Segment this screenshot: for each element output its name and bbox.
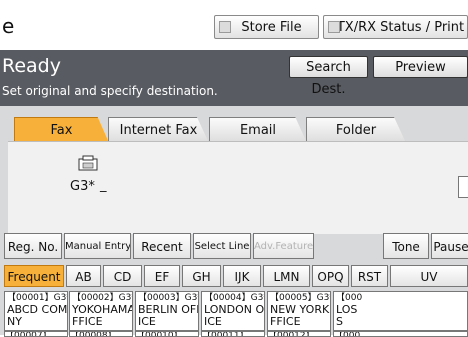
index-tab-cd[interactable]: CD xyxy=(103,265,142,287)
destination-button[interactable]: 【00004】G3* LONDON OFF ICE xyxy=(201,291,265,331)
destination-button[interactable]: 【00003】G3* BERLIN OFF ICE xyxy=(135,291,199,331)
destination-button[interactable]: 【00012】### xyxy=(267,331,331,337)
store-file-icon xyxy=(219,21,231,33)
adv-features-button[interactable]: Adv.Features xyxy=(253,233,314,259)
select-line-button[interactable]: Select Line xyxy=(193,233,251,259)
top-bar: e Store File TX/RX Status / Print xyxy=(0,0,468,43)
destination-button[interactable]: 【00010】G3* xyxy=(135,331,199,337)
destination-name: LOS xyxy=(336,303,358,316)
status-panel: Ready Set original and specify destinati… xyxy=(0,50,468,106)
store-file-label: Store File xyxy=(241,20,302,35)
index-tab-rst[interactable]: RST xyxy=(351,265,388,287)
index-tab-uv[interactable]: UV xyxy=(390,265,468,287)
destination-panel: G3* _ xyxy=(8,141,468,234)
destination-button[interactable]: 【00008】G3* xyxy=(69,331,133,337)
status-message: Set original and specify destination. xyxy=(2,84,218,98)
tone-button[interactable]: Tone xyxy=(383,233,429,259)
destination-name-cont: FFICE xyxy=(72,315,103,328)
index-tab-ef[interactable]: EF xyxy=(144,265,180,287)
destination-button[interactable]: 【000 xyxy=(333,331,468,337)
destination-name-cont: ICE xyxy=(204,315,222,328)
destination-name-cont: S xyxy=(336,315,343,328)
index-tab-frequent[interactable]: Frequent xyxy=(4,265,64,287)
destination-name-cont: FFICE xyxy=(270,315,301,328)
fax-icon xyxy=(78,155,98,171)
txrx-status-button[interactable]: TX/RX Status / Print xyxy=(323,15,468,39)
destination-button[interactable]: 【00011】G3* xyxy=(201,331,265,337)
line-type-label: G3* xyxy=(70,179,95,194)
destination-input-cursor[interactable]: _ xyxy=(100,178,107,193)
destination-button[interactable]: 【00007】G3* xyxy=(4,331,68,337)
destination-button[interactable]: 【00001】G3* ABCD COMPA NY xyxy=(4,291,68,331)
tab-email[interactable]: Email xyxy=(209,117,307,143)
txrx-status-label: TX/RX Status / Print xyxy=(336,20,465,35)
status-title: Ready xyxy=(2,55,61,77)
tab-internet-fax[interactable]: Internet Fax xyxy=(108,117,209,143)
destination-name-cont: ICE xyxy=(138,315,156,328)
index-tab-gh[interactable]: GH xyxy=(182,265,221,287)
destination-button[interactable]: 【000 LOS S xyxy=(333,291,468,331)
recent-button[interactable]: Recent xyxy=(133,233,191,259)
search-dest-button[interactable]: Search Dest. xyxy=(289,56,368,97)
index-tab-lmn[interactable]: LMN xyxy=(263,265,310,287)
tab-fax[interactable]: Fax xyxy=(14,117,109,143)
preview-button[interactable]: Preview xyxy=(373,56,468,78)
tab-folder[interactable]: Folder xyxy=(306,117,406,143)
reg-no-button[interactable]: Reg. No. xyxy=(4,233,62,259)
destination-button[interactable]: 【00002】G3* YOKOHAMA O FFICE xyxy=(69,291,133,331)
store-file-button[interactable]: Store File xyxy=(214,15,319,39)
txrx-status-icon xyxy=(328,21,340,33)
index-tab-ab[interactable]: AB xyxy=(66,265,101,287)
pause-button[interactable]: Pause xyxy=(431,233,468,259)
index-tab-ijk[interactable]: IJK xyxy=(223,265,261,287)
manual-entry-button[interactable]: Manual Entry xyxy=(64,233,131,259)
destination-name-cont: NY xyxy=(7,315,22,328)
side-button-stub[interactable] xyxy=(458,176,468,198)
app-title: e xyxy=(2,14,15,38)
destination-button[interactable]: 【00005】G3* NEW YORK O FFICE xyxy=(267,291,331,331)
index-tab-opq[interactable]: OPQ xyxy=(312,265,349,287)
